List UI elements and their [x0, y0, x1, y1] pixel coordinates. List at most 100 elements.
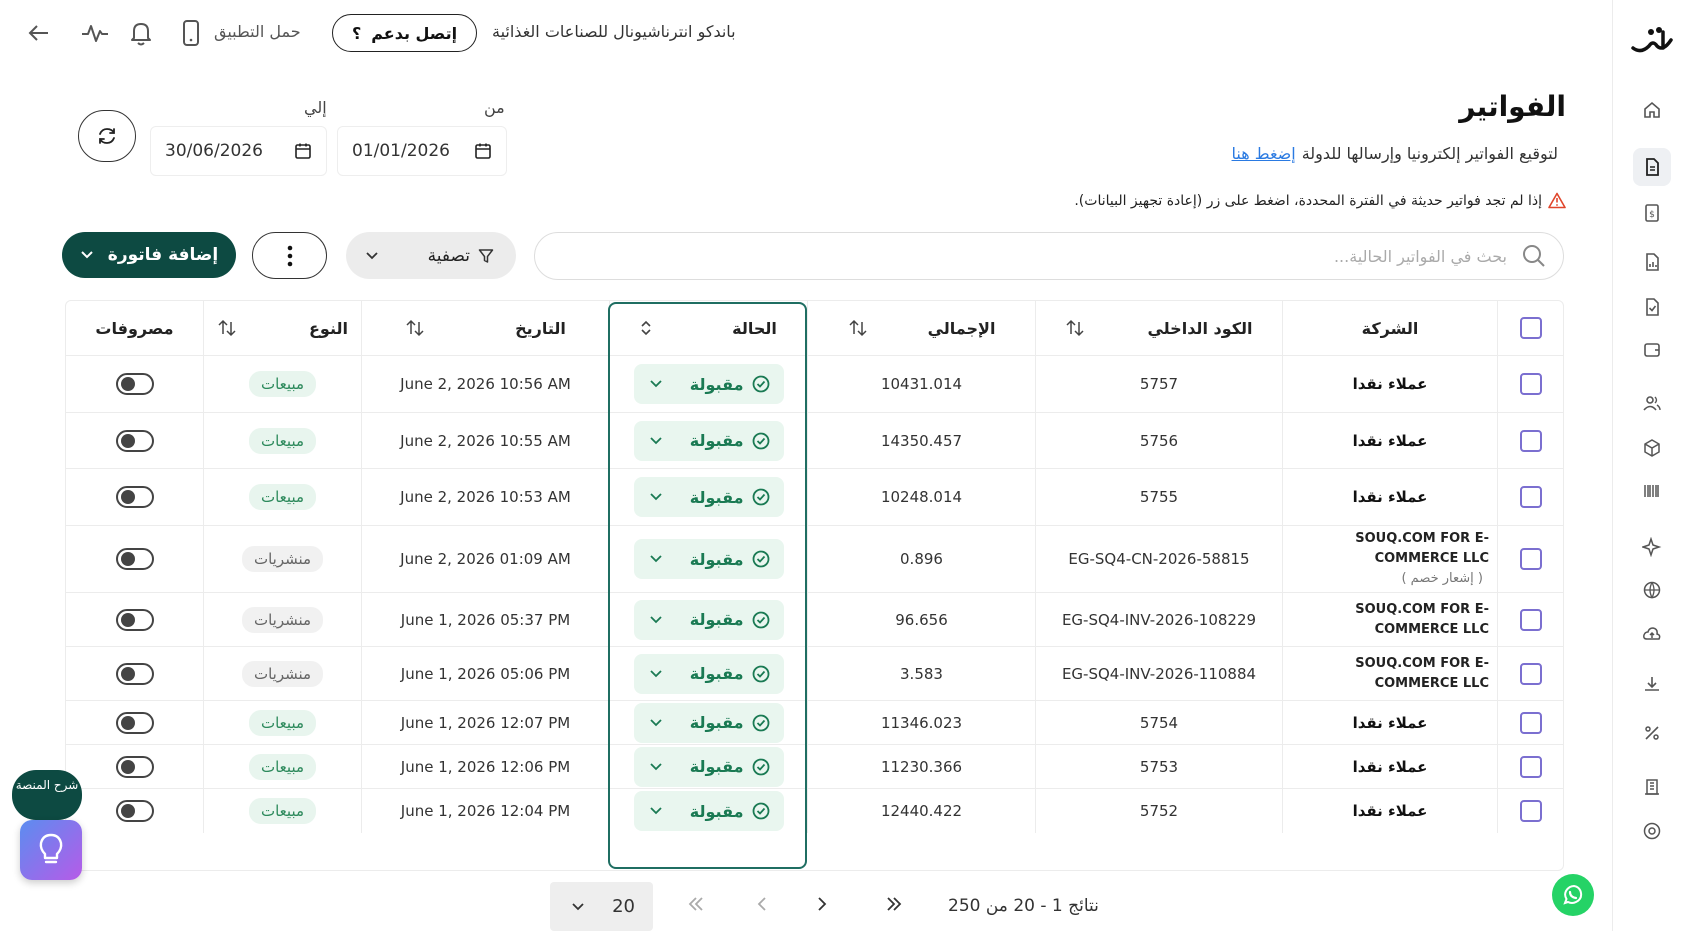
nav-building-icon[interactable]	[1633, 768, 1671, 806]
more-options-button[interactable]	[252, 232, 327, 279]
expense-toggle[interactable]	[115, 800, 154, 822]
nav-report-icon[interactable]	[1633, 243, 1671, 281]
platform-help-bubble[interactable]: شرح المنصة	[12, 770, 82, 820]
nav-barcode-icon[interactable]	[1633, 472, 1671, 510]
row-checkbox[interactable]	[1519, 486, 1542, 508]
last-page-icon[interactable]	[884, 894, 904, 914]
header-status[interactable]: الحالة	[609, 301, 807, 355]
row-checkbox[interactable]	[1519, 373, 1542, 395]
nav-receipt-icon[interactable]: $	[1633, 194, 1671, 232]
row-checkbox[interactable]	[1519, 429, 1542, 452]
sort-icon[interactable]	[848, 318, 868, 338]
status-dropdown[interactable]: مقبولة	[633, 746, 784, 787]
sort-icon[interactable]	[1065, 318, 1085, 338]
status-dropdown[interactable]: مقبولة	[633, 702, 784, 743]
download-app-link[interactable]: حمل التطبيق	[214, 22, 301, 41]
status-cell: مقبولة	[609, 647, 807, 700]
table-row[interactable]: مبيعات June 1, 2026 12:04 PM مقبولة 12440.4…	[66, 789, 1563, 833]
expense-toggle[interactable]	[115, 548, 154, 570]
brand-logo[interactable]	[1627, 18, 1677, 64]
contact-support-button[interactable]: ؟ إتصل بدعم	[332, 14, 477, 52]
invoice-total: 12440.422	[880, 802, 963, 820]
next-page-icon[interactable]	[812, 894, 832, 914]
page-size-select[interactable]: 20	[550, 882, 653, 931]
sort-toggle-icon[interactable]	[640, 320, 652, 336]
status-cell: مقبولة	[609, 789, 807, 833]
header-select-all[interactable]	[1497, 301, 1563, 355]
company-name: عملاء نقدا	[1352, 802, 1428, 820]
date-cell: June 2, 2026 01:09 AM	[361, 526, 609, 592]
status-dropdown[interactable]: مقبولة	[633, 599, 784, 640]
nav-upload-cloud-icon[interactable]	[1633, 615, 1671, 653]
nav-percent-icon[interactable]	[1633, 714, 1671, 752]
svg-text:$: $	[1649, 210, 1655, 220]
type-badge: مبيعات	[248, 371, 316, 397]
total-cell: 10431.014	[807, 356, 1035, 412]
expense-toggle[interactable]	[115, 373, 154, 395]
row-checkbox[interactable]	[1519, 662, 1542, 685]
status-dropdown[interactable]: مقبولة	[633, 420, 784, 461]
header-date[interactable]: التاريخ	[361, 301, 609, 355]
nav-wallet-icon[interactable]	[1633, 330, 1671, 368]
expense-toggle[interactable]	[115, 711, 154, 734]
nav-ai-sparkle-icon[interactable]	[1633, 528, 1671, 566]
table-row[interactable]: منشريات June 2, 2026 01:09 AM مقبولة 0.896 E…	[66, 526, 1563, 593]
bell-icon[interactable]	[128, 19, 154, 47]
date-to-input[interactable]: 30/06/2026	[150, 126, 327, 176]
row-checkbox[interactable]	[1519, 755, 1542, 778]
expense-toggle[interactable]	[115, 662, 154, 685]
nav-download-icon[interactable]	[1633, 665, 1671, 703]
refresh-data-button[interactable]	[78, 110, 136, 162]
header-type[interactable]: النوع	[203, 301, 361, 355]
expense-toggle[interactable]	[115, 486, 154, 508]
table-row[interactable]: مبيعات June 1, 2026 12:07 PM مقبولة 11346.0…	[66, 701, 1563, 745]
back-arrow-icon[interactable]	[26, 20, 52, 46]
calendar-icon[interactable]	[474, 142, 492, 160]
expense-toggle[interactable]	[115, 608, 154, 631]
whatsapp-icon[interactable]	[1552, 874, 1594, 916]
date-from-input[interactable]: 01/01/2026	[337, 126, 507, 176]
table-row[interactable]: مبيعات June 2, 2026 10:53 AM مقبولة 10248.0…	[66, 469, 1563, 526]
activity-icon[interactable]	[80, 20, 110, 46]
row-checkbox[interactable]	[1519, 548, 1542, 570]
table-row[interactable]: مبيعات June 2, 2026 10:56 AM مقبولة 10431.0…	[66, 356, 1563, 413]
nav-invoices-icon[interactable]	[1633, 148, 1671, 186]
status-dropdown[interactable]: مقبولة	[633, 477, 784, 517]
select-cell	[1497, 356, 1563, 412]
row-checkbox[interactable]	[1519, 800, 1542, 822]
status-dropdown[interactable]: مقبولة	[633, 364, 784, 404]
status-dropdown[interactable]: مقبولة	[633, 653, 784, 694]
lightbulb-icon[interactable]	[20, 820, 82, 880]
nav-home-icon[interactable]	[1633, 91, 1671, 129]
select-all-checkbox[interactable]	[1519, 317, 1542, 339]
nav-approved-doc-icon[interactable]	[1633, 288, 1671, 326]
prev-page-icon[interactable]	[752, 894, 772, 914]
pagination-summary: نتائج 1 - 20 من 250	[948, 896, 1099, 916]
table-row[interactable]: مبيعات June 1, 2026 12:06 PM مقبولة 11230.3…	[66, 745, 1563, 789]
internal-code: 5756	[1139, 431, 1179, 450]
header-total[interactable]: الإجمالي	[807, 301, 1035, 355]
nav-globe-icon[interactable]	[1633, 571, 1671, 609]
sign-invoices-link[interactable]: إضغط هنا	[1232, 144, 1296, 163]
nav-support-icon[interactable]	[1633, 812, 1671, 850]
expense-toggle[interactable]	[115, 755, 154, 778]
status-dropdown[interactable]: مقبولة	[633, 539, 784, 579]
filter-button[interactable]: تصفية	[346, 232, 516, 279]
table-row[interactable]: مبيعات June 2, 2026 10:55 AM مقبولة 14350.4…	[66, 413, 1563, 469]
table-row[interactable]: منشريات June 1, 2026 05:06 PM مقبولة 3.583 E…	[66, 647, 1563, 701]
status-dropdown[interactable]: مقبولة	[633, 791, 784, 831]
add-invoice-button[interactable]: إضافة فاتورة	[62, 232, 236, 278]
search-input[interactable]: بحث في الفواتير الحالية...	[534, 232, 1564, 280]
row-checkbox[interactable]	[1519, 711, 1542, 734]
calendar-icon[interactable]	[294, 142, 312, 160]
header-internal-code[interactable]: الكود الداخلي	[1035, 301, 1282, 355]
table-row[interactable]: منشريات June 1, 2026 05:37 PM مقبولة 96.656…	[66, 593, 1563, 647]
sort-icon[interactable]	[405, 318, 425, 338]
sort-icon[interactable]	[217, 318, 237, 338]
nav-products-icon[interactable]	[1633, 429, 1671, 467]
first-page-icon[interactable]	[686, 894, 706, 914]
phone-icon[interactable]	[180, 19, 202, 47]
row-checkbox[interactable]	[1519, 608, 1542, 631]
expense-toggle[interactable]	[115, 429, 154, 452]
nav-customers-icon[interactable]	[1633, 384, 1671, 422]
